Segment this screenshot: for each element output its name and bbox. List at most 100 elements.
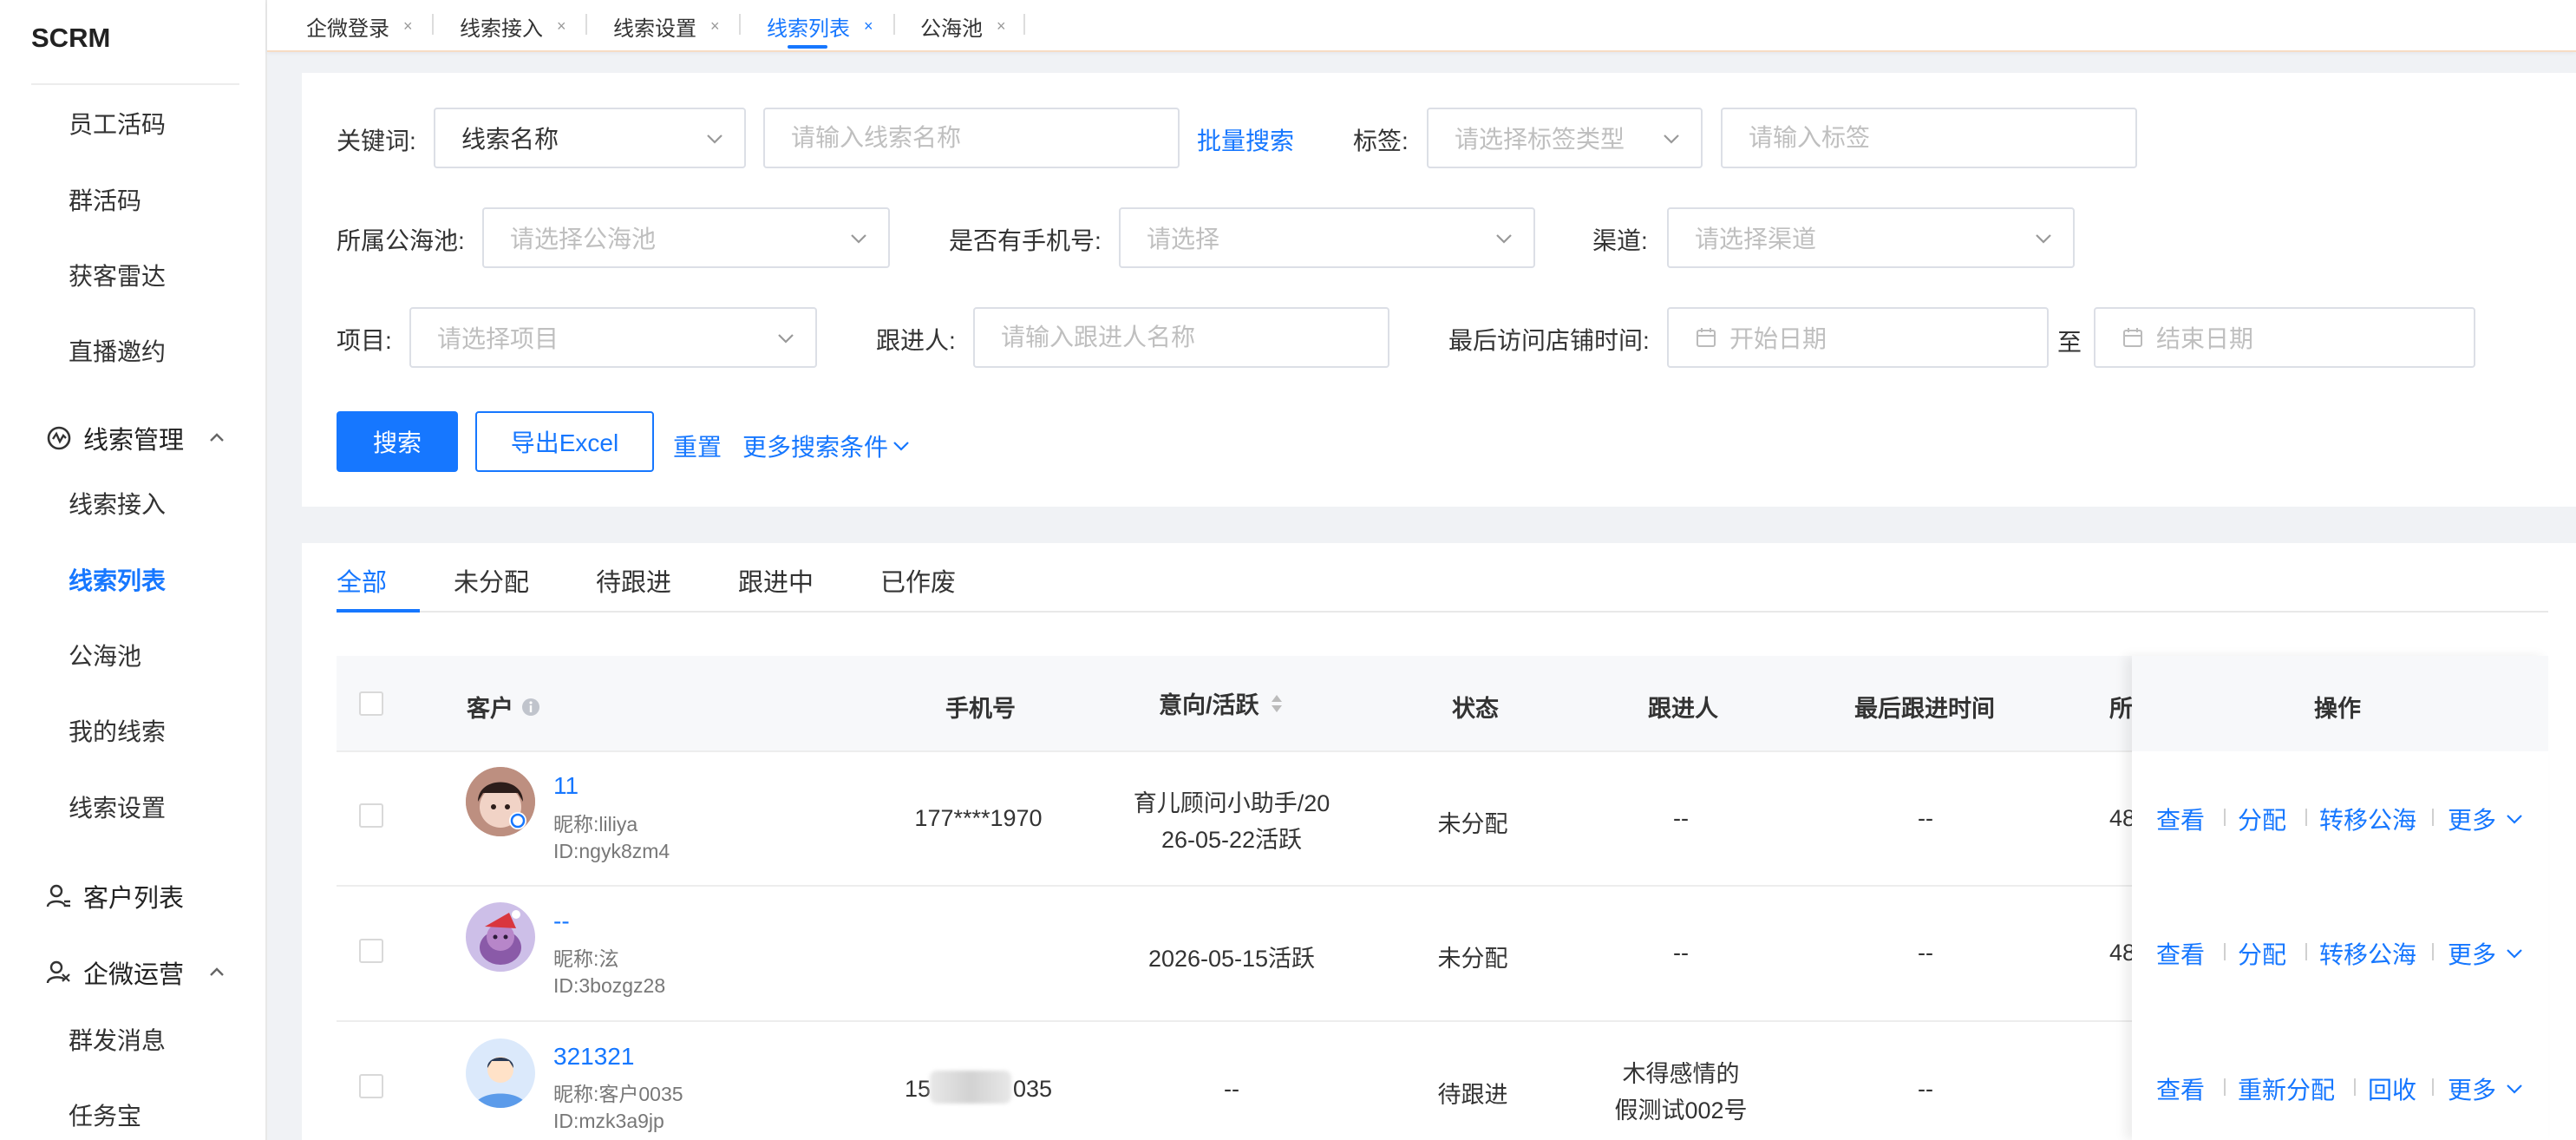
batch-search-link[interactable]: 批量搜索 (1197, 122, 1294, 157)
tab-lead-settings[interactable]: 线索设置 × (613, 9, 720, 43)
tab-unassigned[interactable]: 未分配 (454, 562, 529, 599)
avatar (466, 902, 535, 972)
has-phone-label: 是否有手机号: (949, 227, 1102, 254)
tab-voided[interactable]: 已作废 (880, 562, 956, 599)
sidebar-item-employee-code[interactable]: 员工活码 (69, 106, 166, 141)
customer-name-link[interactable]: -- (553, 907, 570, 935)
info-icon[interactable] (520, 697, 541, 717)
recycle-button[interactable]: 回收 (2368, 1071, 2416, 1106)
sidebar-group-leads[interactable]: 线索管理 (45, 420, 238, 456)
sidebar-item-radar[interactable]: 获客雷达 (69, 258, 166, 292)
close-icon[interactable]: × (710, 17, 720, 36)
assign-button[interactable]: 分配 (2238, 802, 2286, 836)
view-button[interactable]: 查看 (2156, 1071, 2205, 1106)
tag-input[interactable] (1721, 108, 2137, 168)
more-label: 更多 (2448, 941, 2497, 968)
customer-nickname: 昵称:泫 (553, 947, 619, 970)
tab-lead-access[interactable]: 线索接入 × (460, 9, 566, 43)
export-excel-button[interactable]: 导出Excel (475, 411, 654, 472)
sidebar-item-group-code[interactable]: 群活码 (69, 182, 141, 217)
view-button[interactable]: 查看 (2156, 802, 2205, 836)
view-button[interactable]: 查看 (2156, 936, 2205, 971)
customer-name-link[interactable]: 11 (553, 772, 579, 800)
channel-label: 渠道: (1592, 227, 1648, 254)
reset-button[interactable]: 重置 (673, 429, 722, 463)
tag-type-select[interactable]: 请选择标签类型 (1427, 108, 1703, 168)
avatar-image (466, 902, 535, 972)
reassign-button[interactable]: 重新分配 (2238, 1071, 2335, 1106)
tab-lead-list[interactable]: 线索列表 × (767, 9, 873, 43)
sidebar-item-live-invite[interactable]: 直播邀约 (69, 333, 166, 368)
keyword-type-value: 线索名称 (461, 126, 559, 153)
sidebar-group-leads-label: 线索管理 (83, 427, 185, 455)
ops-divider (2432, 809, 2434, 826)
row-checkbox[interactable] (359, 803, 383, 828)
sidebar-item-lead-list[interactable]: 线索列表 (69, 562, 166, 597)
col-intent[interactable]: 意向/活跃 (1159, 686, 1285, 720)
col-operations: 操作 (2314, 696, 2361, 722)
keyword-input-field[interactable] (791, 124, 1152, 152)
search-button[interactable]: 搜索 (337, 411, 458, 472)
close-icon[interactable]: × (403, 17, 413, 36)
customer-name-link[interactable]: 321321 (553, 1043, 634, 1071)
status-cell: 未分配 (1437, 811, 1508, 837)
sidebar-item-lead-settings[interactable]: 线索设置 (69, 789, 166, 824)
project-placeholder: 请选择项目 (437, 325, 559, 352)
sidebar-group-wecom-ops-label: 企微运营 (83, 961, 185, 989)
tabs-divider (337, 611, 2548, 613)
pool-select[interactable]: 请选择公海池 (482, 207, 890, 268)
more-dropdown[interactable]: 更多 (2448, 802, 2524, 836)
row-checkbox[interactable] (359, 939, 383, 963)
more-conditions-toggle[interactable]: 更多搜索条件 (742, 429, 911, 463)
sort-icon[interactable] (1268, 691, 1285, 716)
tab-following[interactable]: 跟进中 (738, 562, 814, 599)
sidebar-item-customer-list[interactable]: 客户列表 (45, 878, 184, 914)
pool-label: 所属公海池: (337, 227, 465, 254)
tab-all[interactable]: 全部 (337, 562, 387, 599)
project-select[interactable]: 请选择项目 (409, 307, 817, 368)
sidebar-item-my-leads[interactable]: 我的线索 (69, 713, 166, 748)
tab-divider (432, 14, 434, 35)
keyword-type-select[interactable]: 线索名称 (434, 108, 746, 168)
assign-button[interactable]: 分配 (2238, 936, 2286, 971)
phone-cell-prefix: 15 (905, 1076, 932, 1102)
has-phone-select[interactable]: 请选择 (1119, 207, 1535, 268)
sidebar-item-lead-access[interactable]: 线索接入 (69, 486, 166, 521)
channel-select[interactable]: 请选择渠道 (1667, 207, 2075, 268)
phone-redaction-mask (930, 1071, 1011, 1104)
active-tab-underline (788, 45, 827, 49)
sidebar-item-public-pool[interactable]: 公海池 (69, 638, 141, 672)
ops-divider (2224, 943, 2226, 960)
start-date-placeholder: 开始日期 (1729, 325, 1827, 352)
sidebar-item-task-treasure[interactable]: 任务宝 (69, 1097, 141, 1132)
close-icon[interactable]: × (864, 17, 873, 36)
tab-pending-follow[interactable]: 待跟进 (596, 562, 671, 599)
follower-input-field[interactable] (1001, 324, 1362, 351)
sidebar-group-wecom-ops[interactable]: 企微运营 (45, 954, 238, 991)
active-list-tab-underline (337, 609, 420, 613)
more-dropdown[interactable]: 更多 (2448, 936, 2524, 971)
tab-wecom-login[interactable]: 企微登录 × (306, 9, 413, 43)
col-pool-partial: 所 (2109, 696, 2133, 722)
tag-label: 标签: (1353, 128, 1409, 154)
sidebar-item-mass-message[interactable]: 群发消息 (69, 1022, 166, 1057)
follower-cell: -- (1673, 940, 1689, 966)
chevron-up-icon (210, 967, 224, 976)
customer-id: ID:3bozgz28 (553, 974, 666, 997)
brand-divider (31, 83, 239, 85)
end-date-picker[interactable]: 结束日期 (2094, 307, 2475, 368)
avatar (466, 767, 535, 836)
close-icon[interactable]: × (557, 17, 566, 36)
calendar-icon (1697, 328, 1716, 347)
transfer-pool-button[interactable]: 转移公海 (2319, 802, 2416, 836)
transfer-pool-button[interactable]: 转移公海 (2319, 936, 2416, 971)
select-all-checkbox[interactable] (359, 691, 383, 716)
row-checkbox[interactable] (359, 1074, 383, 1098)
more-dropdown[interactable]: 更多 (2448, 1071, 2524, 1106)
close-icon[interactable]: × (997, 17, 1006, 36)
start-date-picker[interactable]: 开始日期 (1667, 307, 2049, 368)
follower-input[interactable] (973, 307, 1389, 368)
tab-public-pool[interactable]: 公海池 × (920, 9, 1006, 43)
tag-input-field[interactable] (1749, 124, 2109, 152)
keyword-input[interactable] (763, 108, 1180, 168)
